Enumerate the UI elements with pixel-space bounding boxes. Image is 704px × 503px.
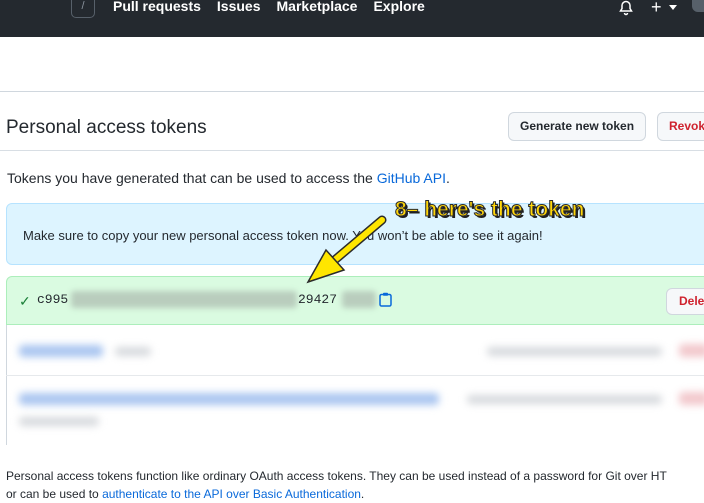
footer-line-1: Personal access tokens function like ord…: [6, 469, 667, 483]
token-list-blurred: [6, 325, 704, 445]
list-row-divider: [6, 375, 704, 376]
token-redacted-blur: [71, 291, 297, 308]
blurred-delete-button: [679, 392, 704, 405]
revoke-all-button[interactable]: Revok: [657, 112, 704, 141]
delete-token-button[interactable]: Dele: [666, 288, 704, 315]
blurred-token-scope: [115, 347, 151, 356]
generate-new-token-button[interactable]: Generate new token: [508, 112, 647, 141]
nav-pull-requests[interactable]: Pull requests: [113, 0, 201, 14]
create-new-plus-icon[interactable]: +: [651, 0, 662, 16]
nav-issues[interactable]: Issues: [217, 0, 261, 14]
github-api-link[interactable]: GitHub API: [377, 170, 446, 186]
clipboard-copy-icon[interactable]: [379, 292, 392, 307]
flash-message: Make sure to copy your new personal acce…: [23, 228, 543, 243]
blurred-delete-button: [679, 344, 704, 357]
nav-explore[interactable]: Explore: [373, 0, 424, 14]
search-shortcut-key[interactable]: /: [71, 0, 95, 18]
annotation-arrow-icon: [306, 215, 387, 284]
chevron-down-icon[interactable]: [669, 5, 677, 10]
nav-marketplace[interactable]: Marketplace: [277, 0, 358, 14]
notifications-bell-icon[interactable]: [618, 0, 634, 16]
user-avatar[interactable]: [692, 0, 704, 12]
footer-line-2: or can be used to authenticate to the AP…: [6, 487, 365, 501]
blurred-token-scope: [19, 417, 99, 426]
annotation-callout: 8– here's the token: [394, 198, 585, 222]
blurred-token-meta: [467, 395, 662, 404]
blurred-token-name: [19, 393, 439, 405]
tokens-description: Tokens you have generated that can be us…: [7, 170, 450, 186]
title-separator: [0, 150, 704, 151]
blurred-token-name: [19, 345, 103, 357]
footer-note: Personal access tokens function like ord…: [6, 467, 667, 503]
top-navigation-bar: / Pull requests Issues Marketplace Explo…: [0, 0, 704, 37]
section-divider: [0, 91, 704, 92]
blurred-token-meta: [487, 347, 662, 356]
token-prefix[interactable]: c995: [37, 292, 68, 307]
page-title: Personal access tokens: [6, 117, 207, 138]
token-redacted-blur-end: [342, 291, 376, 308]
global-nav: Pull requests Issues Marketplace Explore: [113, 0, 425, 14]
check-icon: ✓: [19, 293, 31, 309]
token-suffix[interactable]: 29427: [298, 292, 337, 307]
